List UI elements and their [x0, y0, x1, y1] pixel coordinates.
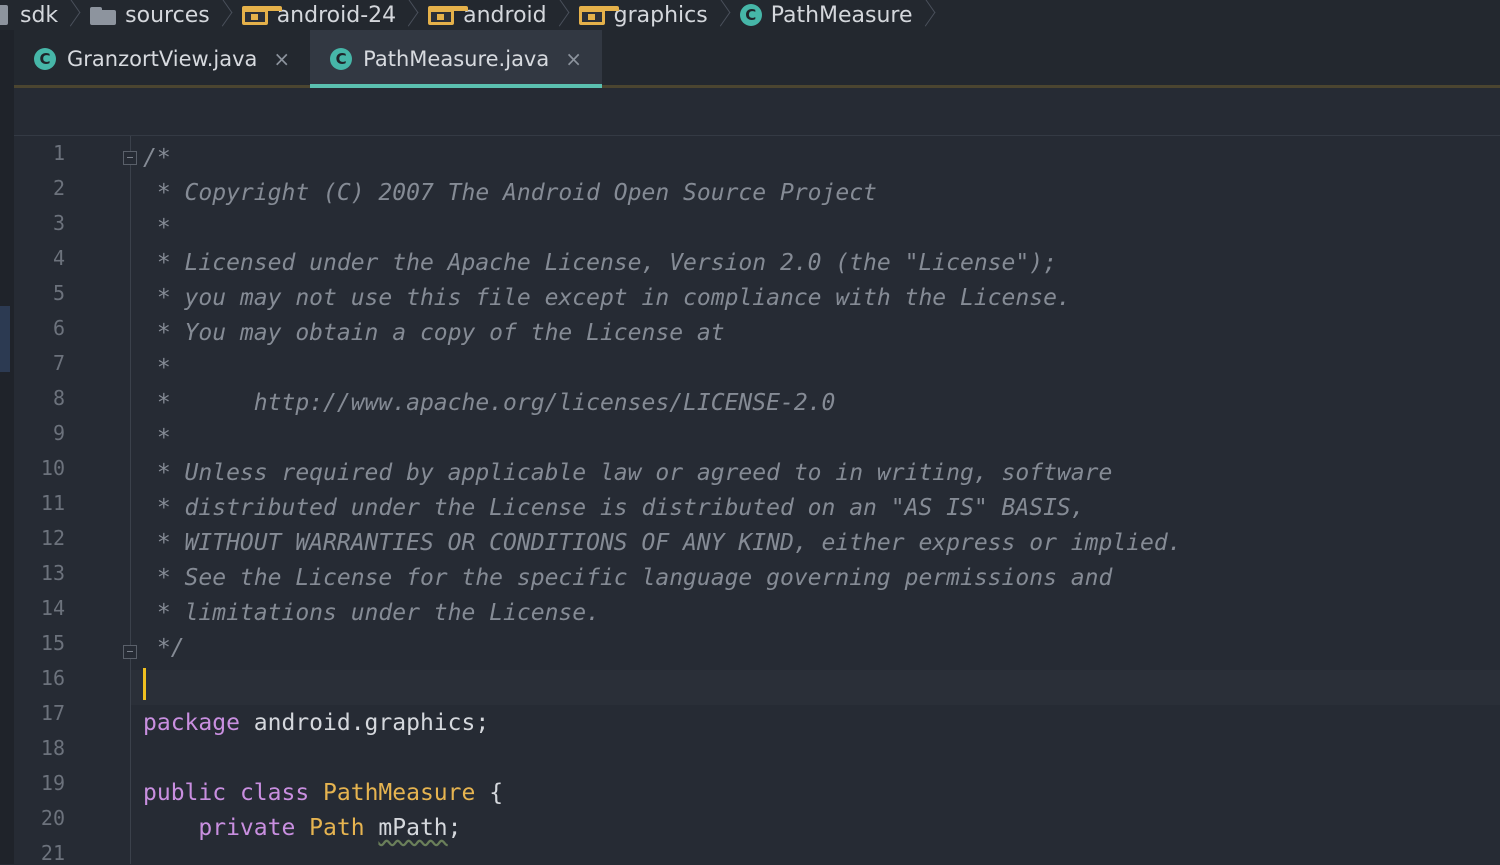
line-number: 15	[40, 631, 65, 655]
code-line: * Copyright (C) 2007 The Android Open So…	[143, 180, 877, 206]
code-line: *	[143, 425, 171, 451]
class-name: PathMeasure	[323, 780, 476, 806]
line-number-gutter: 1 2 3 4 5 6 7 8 9 10 11 12 13 14 15 16 1…	[14, 136, 131, 865]
package-folder-icon	[241, 5, 282, 25]
line-number: 10	[40, 456, 65, 480]
code-line: * distributed under the License is distr…	[143, 495, 1085, 521]
gutter-divider	[130, 136, 131, 864]
code-line-package: package android.graphics;	[143, 706, 489, 741]
line-number: 9	[52, 421, 65, 445]
breadcrumb-label: sources	[125, 2, 210, 28]
line-number: 18	[40, 736, 65, 760]
line-number: 4	[52, 246, 65, 270]
code-line-class: public class PathMeasure {	[143, 776, 503, 811]
field-name: mPath	[378, 815, 448, 841]
line-number: 13	[40, 561, 65, 585]
fold-collapse-icon[interactable]	[123, 151, 137, 165]
breadcrumb-label: graphics	[613, 2, 708, 28]
tab-pathmeasure-java[interactable]: C PathMeasure.java ×	[310, 30, 602, 88]
breadcrumb-separator	[64, 0, 78, 30]
line-number: 3	[52, 211, 65, 235]
line-number: 2	[52, 176, 65, 200]
code-line: * you may not use this file except in co…	[143, 285, 1071, 311]
code-line: *	[143, 355, 171, 381]
breadcrumb-separator	[216, 0, 230, 30]
breadcrumb-label: sdk	[20, 2, 59, 28]
code-editor[interactable]: /* * Copyright (C) 2007 The Android Open…	[143, 136, 1500, 864]
editor-header-area	[14, 88, 1500, 136]
breadcrumb-separator	[553, 0, 567, 30]
code-line: * Unless required by applicable law or a…	[143, 460, 1113, 486]
line-number: 21	[40, 841, 65, 865]
breadcrumb-separator	[714, 0, 728, 30]
close-icon[interactable]: ×	[273, 47, 290, 71]
line-number: 14	[40, 596, 65, 620]
folder-icon	[90, 5, 117, 25]
package-folder-icon	[578, 5, 619, 25]
breadcrumb-item-sources[interactable]: sources	[90, 0, 242, 30]
line-number: 1	[52, 141, 65, 165]
class-icon: C	[330, 48, 353, 70]
breadcrumb: sdk sources android-24 android graphics …	[0, 0, 1500, 30]
line-number: 17	[40, 701, 65, 725]
semicolon: ;	[447, 815, 462, 841]
structure-marker	[0, 306, 10, 372]
line-number: 16	[40, 666, 65, 690]
line-number: 6	[52, 316, 65, 340]
tab-label: GranzortView.java	[67, 47, 258, 71]
code-line: * You may obtain a copy of the License a…	[143, 320, 725, 346]
line-number: 12	[40, 526, 65, 550]
package-folder-icon	[428, 5, 469, 25]
breadcrumb-separator	[919, 0, 933, 30]
tab-label: PathMeasure.java	[363, 47, 550, 71]
tab-granzortview-java[interactable]: C GranzortView.java ×	[14, 30, 310, 88]
breadcrumb-item-graphics[interactable]: graphics	[578, 0, 740, 30]
breadcrumb-separator	[402, 0, 416, 30]
left-tool-strip	[0, 30, 14, 864]
editor-tab-bar: C GranzortView.java × C PathMeasure.java…	[14, 30, 1500, 88]
keyword: package	[143, 710, 240, 736]
code-line: * WITHOUT WARRANTIES OR CONDITIONS OF AN…	[143, 530, 1182, 556]
keyword: class	[226, 780, 324, 806]
keyword: private	[198, 815, 296, 841]
breadcrumb-label: android-24	[276, 2, 397, 28]
keyword: public	[143, 780, 227, 806]
line-number: 11	[40, 491, 65, 515]
breadcrumb-item-pathmeasure[interactable]: C PathMeasure	[739, 0, 945, 30]
line-number: 5	[52, 281, 65, 305]
fold-collapse-icon[interactable]	[123, 645, 137, 659]
code-line: *	[143, 215, 171, 241]
class-icon: C	[34, 48, 56, 70]
brace: {	[475, 780, 504, 806]
line-number: 20	[40, 806, 65, 830]
code-line-field: private Path mPath;	[143, 811, 462, 846]
breadcrumb-item-android[interactable]: android	[428, 0, 579, 30]
breadcrumb-item-sdk[interactable]: sdk	[0, 0, 90, 30]
type-name: Path	[295, 815, 379, 841]
close-icon[interactable]: ×	[565, 47, 582, 71]
code-line: * http://www.apache.org/licenses/LICENSE…	[143, 390, 836, 416]
breadcrumb-item-android-24[interactable]: android-24	[241, 0, 428, 30]
text-caret	[143, 668, 146, 700]
code-line: */	[143, 635, 185, 661]
breadcrumb-label: PathMeasure	[770, 2, 913, 28]
code-line: * Licensed under the Apache License, Ver…	[143, 250, 1057, 276]
package-name: android.graphics;	[239, 710, 490, 736]
line-number: 8	[52, 386, 65, 410]
folder-icon	[0, 5, 8, 25]
line-number: 7	[52, 351, 65, 375]
code-line: * See the License for the specific langu…	[143, 565, 1113, 591]
code-line: * limitations under the License.	[143, 600, 600, 626]
class-icon: C	[739, 4, 762, 26]
breadcrumb-label: android	[463, 2, 547, 28]
code-line: /*	[143, 145, 171, 171]
line-number: 19	[40, 771, 65, 795]
